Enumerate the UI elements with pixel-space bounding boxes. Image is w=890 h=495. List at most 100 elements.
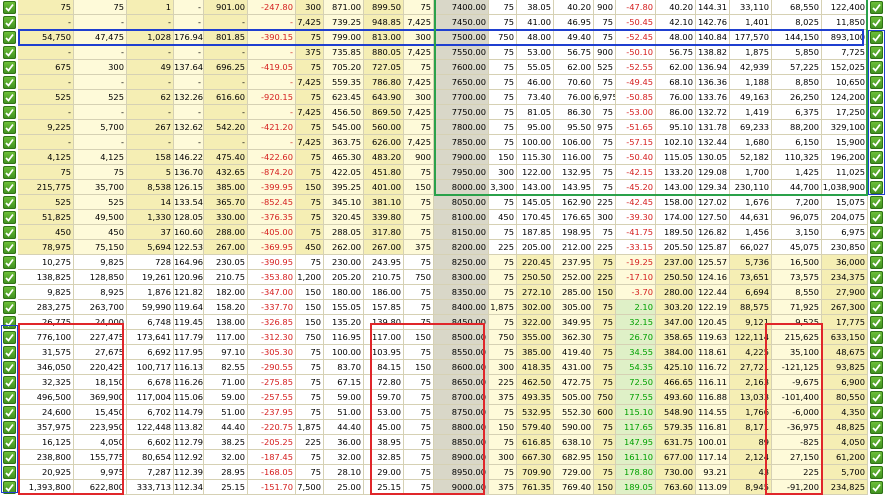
table-cell: - bbox=[174, 45, 204, 60]
table-cell: -275.85 bbox=[248, 375, 296, 390]
checkmark-icon[interactable] bbox=[870, 481, 883, 494]
table-cell: 6,975 bbox=[822, 225, 868, 240]
table-cell: 300 bbox=[594, 210, 616, 225]
table-cell: 75 bbox=[18, 0, 74, 15]
table-cell: 869.50 bbox=[364, 105, 404, 120]
checkmark-icon[interactable] bbox=[870, 466, 883, 479]
table-cell: 7,425 bbox=[404, 135, 434, 150]
checkmark-icon[interactable] bbox=[870, 406, 883, 419]
table-cell: -237.95 bbox=[248, 405, 296, 420]
table-cell: - bbox=[74, 45, 127, 60]
checkmark-icon[interactable] bbox=[3, 166, 16, 179]
table-cell: 8350.00 bbox=[434, 285, 489, 300]
checkmark-icon[interactable] bbox=[3, 271, 16, 284]
checkmark-icon[interactable] bbox=[870, 226, 883, 239]
table-cell: 136.70 bbox=[174, 165, 204, 180]
checkmark-icon[interactable] bbox=[870, 346, 883, 359]
table-cell: 125.57 bbox=[696, 255, 730, 270]
table-cell: 638.10 bbox=[554, 435, 594, 450]
checkmark-icon[interactable] bbox=[3, 76, 16, 89]
table-cell: - bbox=[18, 45, 74, 60]
table-cell: 112.34 bbox=[174, 480, 204, 495]
table-cell: 26.70 bbox=[616, 330, 656, 345]
table-cell: 38.25 bbox=[204, 435, 248, 450]
table-cell: 300 bbox=[489, 360, 517, 375]
checkmark-icon[interactable] bbox=[870, 286, 883, 299]
table-cell: 6,602 bbox=[127, 435, 174, 450]
checkmark-icon[interactable] bbox=[870, 331, 883, 344]
table-cell: 75 bbox=[74, 165, 127, 180]
table-cell: 75 bbox=[296, 405, 324, 420]
table-cell: 158.20 bbox=[204, 300, 248, 315]
table-cell: 230,850 bbox=[822, 240, 868, 255]
table-cell: 6,748 bbox=[127, 315, 174, 330]
table-cell: 1,876 bbox=[127, 285, 174, 300]
checkmark-icon[interactable] bbox=[3, 61, 16, 74]
checkmark-icon[interactable] bbox=[3, 241, 16, 254]
checkmark-icon[interactable] bbox=[870, 16, 883, 29]
table-cell: 75 bbox=[489, 255, 517, 270]
table-cell: 44.40 bbox=[324, 420, 364, 435]
checkmark-icon[interactable] bbox=[3, 136, 16, 149]
table-cell: 616.85 bbox=[517, 435, 554, 450]
checkmark-icon[interactable] bbox=[3, 1, 16, 14]
checkmark-icon[interactable] bbox=[870, 196, 883, 209]
checkmark-icon[interactable] bbox=[3, 151, 16, 164]
checkmark-icon[interactable] bbox=[3, 181, 16, 194]
table-cell: 150 bbox=[296, 285, 324, 300]
checkmark-icon[interactable] bbox=[870, 301, 883, 314]
table-cell: 176.65 bbox=[554, 210, 594, 225]
checkmark-icon[interactable] bbox=[3, 46, 16, 59]
table-cell: 135.20 bbox=[324, 315, 364, 330]
checkmark-icon[interactable] bbox=[870, 1, 883, 14]
table-cell: 750 bbox=[404, 270, 434, 285]
table-cell: 220.45 bbox=[517, 255, 554, 270]
checkmark-icon[interactable] bbox=[870, 451, 883, 464]
checkmark-icon[interactable] bbox=[3, 256, 16, 269]
checkmark-icon[interactable] bbox=[870, 241, 883, 254]
checkmark-icon[interactable] bbox=[870, 271, 883, 284]
table-cell: 59.00 bbox=[324, 390, 364, 405]
checkmark-icon[interactable] bbox=[3, 226, 16, 239]
checkmark-icon[interactable] bbox=[3, 16, 16, 29]
table-cell: -19.25 bbox=[616, 255, 656, 270]
table-cell: 450 bbox=[18, 225, 74, 240]
table-cell: 739.25 bbox=[324, 15, 364, 30]
table-cell: - bbox=[204, 45, 248, 60]
table-cell: 727.05 bbox=[364, 60, 404, 75]
table-cell: 384.00 bbox=[656, 345, 696, 360]
checkmark-icon[interactable] bbox=[870, 376, 883, 389]
checkmark-icon[interactable] bbox=[3, 196, 16, 209]
checkmark-icon[interactable] bbox=[870, 361, 883, 374]
table-cell: 548.90 bbox=[656, 405, 696, 420]
checkmark-icon[interactable] bbox=[3, 286, 16, 299]
checkmark-icon[interactable] bbox=[870, 211, 883, 224]
checkmark-icon[interactable] bbox=[870, 391, 883, 404]
table-cell: 75 bbox=[74, 0, 127, 15]
table-cell: 769.40 bbox=[554, 480, 594, 495]
table-cell: 948.85 bbox=[364, 15, 404, 30]
checkmark-icon[interactable] bbox=[3, 31, 16, 44]
table-cell: 59,990 bbox=[127, 300, 174, 315]
checkmark-icon[interactable] bbox=[3, 211, 16, 224]
checkmark-icon[interactable] bbox=[870, 421, 883, 434]
table-cell: 116.72 bbox=[696, 360, 730, 375]
table-cell: 116.95 bbox=[324, 330, 364, 345]
checkmark-icon[interactable] bbox=[3, 121, 16, 134]
table-cell: 61,200 bbox=[822, 450, 868, 465]
table-cell: 51,825 bbox=[18, 210, 74, 225]
table-cell: -17.10 bbox=[616, 270, 656, 285]
table-cell: 375 bbox=[296, 45, 324, 60]
checkmark-icon[interactable] bbox=[3, 106, 16, 119]
checkmark-icon[interactable] bbox=[3, 301, 16, 314]
table-cell: 1,330 bbox=[127, 210, 174, 225]
checkmark-icon[interactable] bbox=[870, 316, 883, 329]
table-cell: 112.79 bbox=[174, 435, 204, 450]
checkmark-icon[interactable] bbox=[870, 256, 883, 269]
table-cell: 210.75 bbox=[204, 270, 248, 285]
table-cell: 7,425 bbox=[296, 15, 324, 30]
checkmark-icon[interactable] bbox=[3, 91, 16, 104]
checkmark-icon[interactable] bbox=[870, 436, 883, 449]
table-cell: 333,713 bbox=[127, 480, 174, 495]
table-cell: - bbox=[74, 75, 127, 90]
